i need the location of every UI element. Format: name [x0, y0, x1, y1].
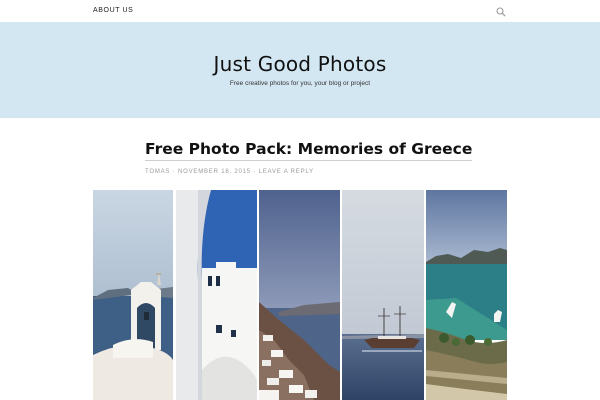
- site-header: Just Good Photos Free creative photos fo…: [0, 22, 600, 118]
- site-tagline: Free creative photos for you, your blog …: [229, 80, 371, 87]
- post-meta: TOMAS · NOVEMBER 18, 2015 · LEAVE A REPL…: [145, 169, 314, 175]
- meta-separator: ·: [172, 169, 176, 175]
- gallery-photo[interactable]: [259, 190, 340, 400]
- nav-link-about-us[interactable]: ABOUT US: [93, 7, 133, 14]
- leave-reply-link[interactable]: LEAVE A REPLY: [259, 169, 314, 175]
- photo-gallery: [93, 190, 507, 400]
- post-title[interactable]: Free Photo Pack: Memories of Greece: [145, 140, 473, 161]
- post-date-link[interactable]: NOVEMBER 18, 2015: [178, 169, 251, 175]
- gallery-photo[interactable]: [176, 190, 257, 400]
- gallery-photo[interactable]: [342, 190, 424, 400]
- meta-separator: ·: [253, 169, 257, 175]
- gallery-photo[interactable]: [426, 190, 507, 400]
- post-author-link[interactable]: TOMAS: [145, 169, 170, 175]
- search-icon[interactable]: [495, 5, 507, 17]
- top-navigation: ABOUT US: [0, 0, 600, 22]
- gallery-photo[interactable]: [93, 190, 173, 400]
- site-title[interactable]: Just Good Photos: [0, 52, 600, 76]
